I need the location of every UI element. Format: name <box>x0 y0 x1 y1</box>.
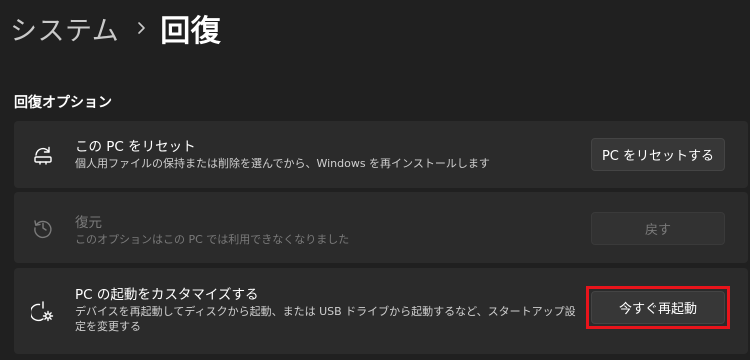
go-back-button: 戻す <box>591 212 725 245</box>
reset-pc-description: 個人用ファイルの保持または削除を選んでから、Windows を再インストールしま… <box>75 157 490 170</box>
advanced-startup-text: PC の起動をカスタマイズする デバイスを再起動してディスクから起動、または U… <box>75 286 590 334</box>
restore-card: 復元 このオプションはこの PC では利用できなくなりました 戻す <box>14 192 748 263</box>
restore-text: 復元 このオプションはこの PC では利用できなくなりました <box>75 214 590 247</box>
settings-page: システム 回復 回復オプション この PC をリセット 個人用ファイルの保持また… <box>0 0 750 360</box>
reset-pc-card: この PC をリセット 個人用ファイルの保持または削除を選んでから、Window… <box>14 121 748 188</box>
restore-title: 復元 <box>75 215 102 231</box>
reset-pc-title: この PC をリセット <box>75 139 196 155</box>
restore-description: このオプションはこの PC では利用できなくなりました <box>75 233 350 246</box>
breadcrumb-system[interactable]: システム <box>10 9 119 48</box>
breadcrumb: システム 回復 <box>10 6 221 50</box>
section-title: 回復オプション <box>14 95 112 111</box>
history-icon <box>31 216 55 240</box>
advanced-startup-title: PC の起動をカスタマイズする <box>75 287 259 303</box>
advanced-startup-card: PC の起動をカスタマイズする デバイスを再起動してディスクから起動、または U… <box>14 268 748 354</box>
reset-pc-button[interactable]: PC をリセットする <box>591 138 725 171</box>
reset-pc-text: この PC をリセット 個人用ファイルの保持または削除を選んでから、Window… <box>75 138 590 171</box>
advanced-startup-description: デバイスを再起動してディスクから起動、または USB ドライブから起動するなど、… <box>75 305 576 333</box>
chevron-right-icon <box>137 21 146 35</box>
restart-now-button[interactable]: 今すぐ再起動 <box>591 291 725 324</box>
page-title: 回復 <box>160 14 222 49</box>
reset-pc-icon <box>31 143 55 167</box>
advanced-startup-icon <box>31 299 55 323</box>
